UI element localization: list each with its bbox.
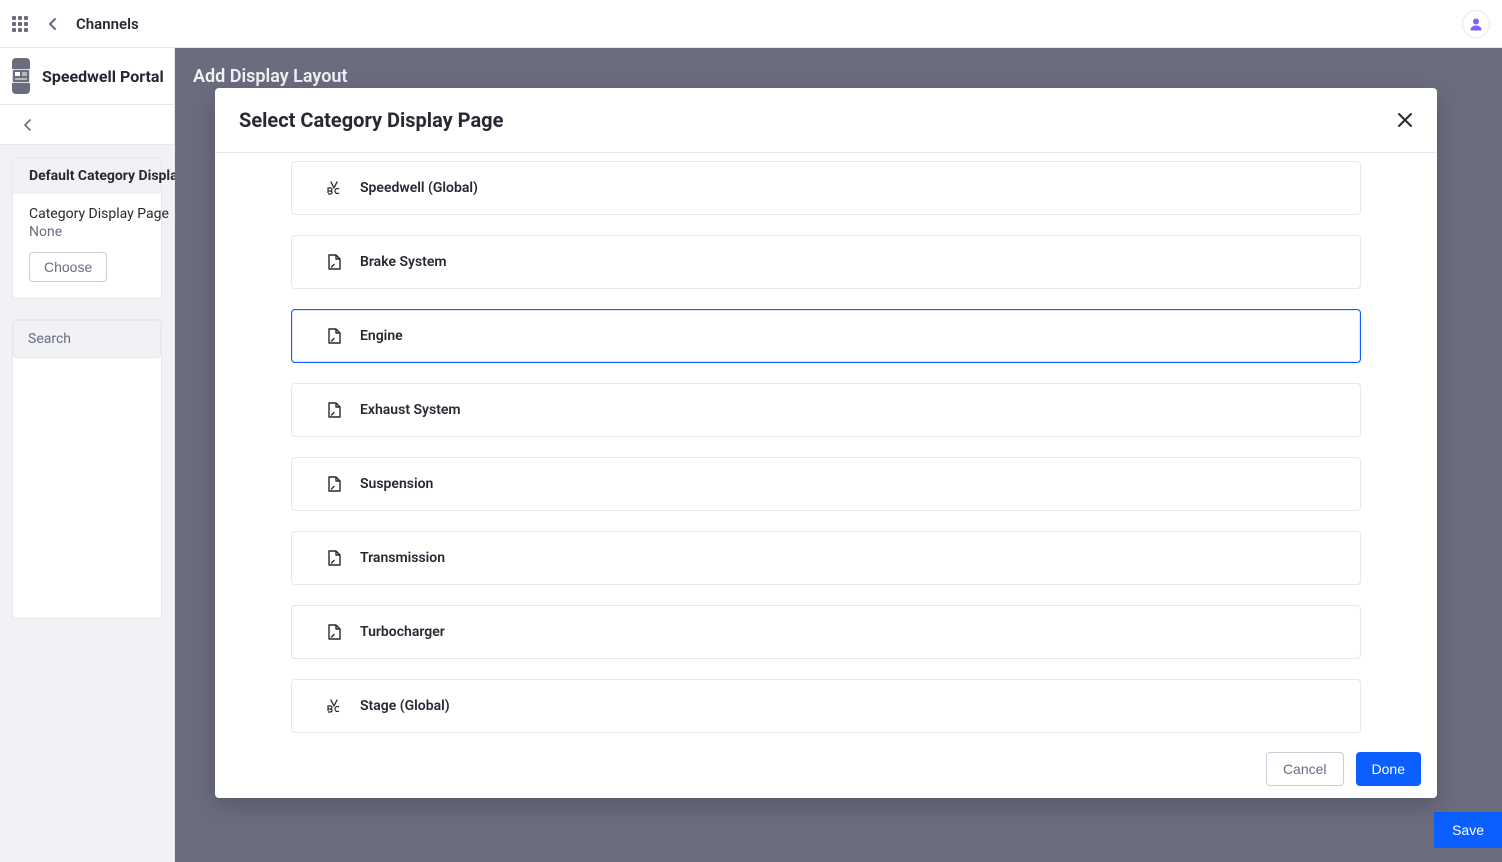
option-item[interactable]: Turbocharger xyxy=(291,605,1361,659)
save-button[interactable]: Save xyxy=(1434,812,1502,848)
sidebar-back-chevron-icon[interactable] xyxy=(0,105,174,145)
option-item[interactable]: Suspension xyxy=(291,457,1361,511)
page-icon xyxy=(326,402,342,418)
page-icon xyxy=(326,624,342,640)
option-label: Suspension xyxy=(360,476,433,492)
config-card-title: Default Category Display Page xyxy=(29,168,145,184)
page-icon xyxy=(326,476,342,492)
portal-icon xyxy=(12,58,30,94)
config-card: Default Category Display Page Category D… xyxy=(12,157,162,299)
close-icon[interactable] xyxy=(1397,112,1413,128)
search-input[interactable]: Search xyxy=(13,320,161,358)
option-item[interactable]: Brake System xyxy=(291,235,1361,289)
choose-button[interactable]: Choose xyxy=(29,252,107,282)
cancel-button[interactable]: Cancel xyxy=(1266,752,1344,786)
sidebar-header: Speedwell Portal xyxy=(0,48,174,105)
option-item[interactable]: Exhaust System xyxy=(291,383,1361,437)
topbar-title: Channels xyxy=(76,15,139,33)
apps-grid-icon[interactable] xyxy=(12,16,28,32)
option-label: Brake System xyxy=(360,254,447,270)
option-item[interactable]: Transmission xyxy=(291,531,1361,585)
option-label: Speedwell (Global) xyxy=(360,180,478,196)
option-label: Transmission xyxy=(360,550,445,566)
modal-footer: Cancel Done xyxy=(215,739,1437,798)
page-icon xyxy=(326,328,342,344)
config-value: None xyxy=(29,224,145,240)
user-avatar-icon[interactable] xyxy=(1462,10,1490,38)
sidebar: Speedwell Portal Default Category Displa… xyxy=(0,48,175,862)
portal-name: Speedwell Portal xyxy=(42,67,164,86)
modal-body[interactable]: Speedwell (Global) Brake System Engine Exha… xyxy=(215,153,1437,739)
page-icon xyxy=(326,550,342,566)
abc-icon xyxy=(326,180,342,196)
option-label: Turbocharger xyxy=(360,624,445,640)
abc-icon xyxy=(326,698,342,714)
back-chevron-icon[interactable] xyxy=(48,17,58,31)
modal-header: Select Category Display Page xyxy=(215,88,1437,153)
slideover-title: Add Display Layout xyxy=(193,66,348,87)
option-label: Exhaust System xyxy=(360,402,461,418)
option-item[interactable]: Engine xyxy=(291,309,1361,363)
option-label: Engine xyxy=(360,328,403,344)
option-item[interactable]: Stage (Global) xyxy=(291,679,1361,733)
done-button[interactable]: Done xyxy=(1356,752,1421,786)
topbar: Channels xyxy=(0,0,1502,48)
option-label: Stage (Global) xyxy=(360,698,450,714)
modal-title: Select Category Display Page xyxy=(239,108,503,132)
page-icon xyxy=(326,254,342,270)
select-category-modal: Select Category Display Page Speedwell (… xyxy=(215,88,1437,798)
option-item[interactable]: Speedwell (Global) xyxy=(291,161,1361,215)
config-label: Category Display Page xyxy=(29,206,145,222)
